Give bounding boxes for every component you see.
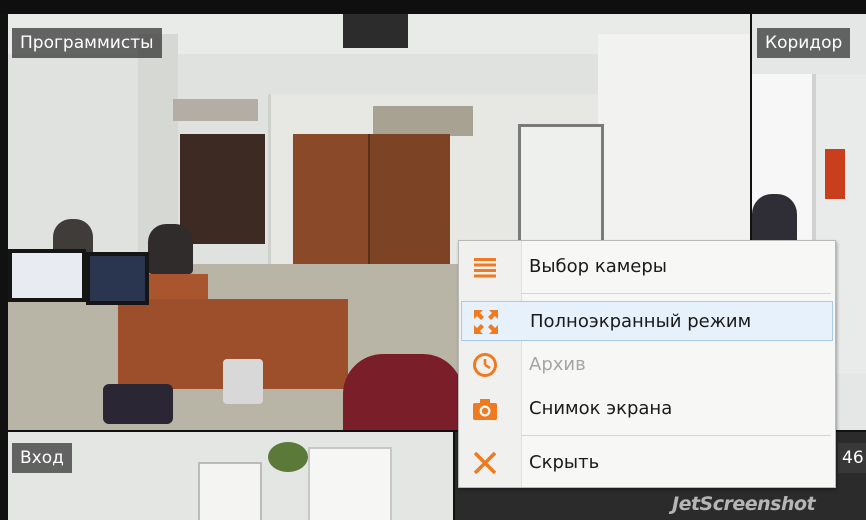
menu-item-hide[interactable]: Скрыть (461, 443, 833, 483)
scene-person (148, 224, 193, 274)
scene-box (173, 99, 258, 121)
scene-monitor (8, 249, 86, 302)
menu-lines-icon (474, 258, 496, 278)
scene-bag (103, 384, 173, 424)
camera-label-46: 46 (838, 443, 866, 473)
scene-monitor (86, 252, 149, 305)
menu-item-label: Снимок экрана (529, 398, 673, 419)
camera-label-programmers: Программисты (12, 28, 162, 58)
menu-item-fullscreen[interactable]: Полноэкранный режим (461, 301, 833, 341)
menu-separator (521, 293, 831, 294)
camera-icon (473, 399, 497, 420)
scene-board (308, 447, 392, 520)
scene-cabinet (293, 134, 368, 284)
camera-label-corridor: Коридор (757, 28, 851, 58)
scene-box (373, 106, 473, 136)
scene-whiteboard (598, 34, 750, 264)
context-menu: Выбор камеры Полноэкранный режим Архив С… (458, 240, 836, 488)
menu-item-label: Полноэкранный режим (530, 311, 752, 332)
scene-shelf (180, 134, 265, 244)
scene-ceiling-vent (343, 14, 408, 48)
scene-cabinet (368, 134, 450, 284)
close-x-icon (473, 451, 497, 475)
top-bar (0, 0, 866, 14)
fullscreen-arrows-icon (474, 310, 498, 334)
menu-item-archive[interactable]: Архив (461, 345, 833, 385)
menu-item-label: Архив (529, 354, 586, 375)
watermark: JetScreenshot (672, 493, 816, 515)
menu-item-label: Выбор камеры (529, 256, 668, 277)
menu-separator (521, 435, 831, 436)
clock-icon (473, 353, 497, 377)
menu-item-screenshot[interactable]: Снимок экрана (461, 389, 833, 429)
video-wall: Программисты Коридор Вход 46 JetScreensh… (0, 0, 866, 520)
camera-tile-entrance[interactable] (8, 432, 453, 520)
scene-sign (825, 149, 845, 199)
menu-item-label: Скрыть (529, 452, 600, 473)
menu-item-select-camera[interactable]: Выбор камеры (461, 247, 833, 287)
scene-plant (268, 442, 308, 472)
camera-label-entrance: Вход (12, 443, 72, 473)
scene-bin (223, 359, 263, 404)
scene-panel (198, 462, 262, 520)
scene-chair (343, 354, 463, 430)
